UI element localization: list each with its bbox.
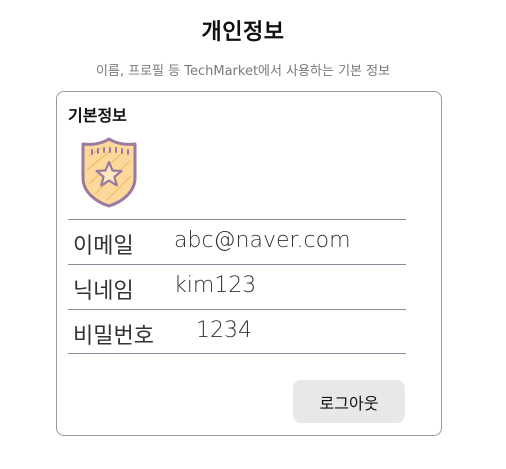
email-label: 이메일: [73, 234, 134, 259]
email-value: abc@naver.com: [174, 228, 351, 253]
password-value: 1234: [196, 318, 252, 343]
info-row-email: 이메일 abc@naver.com: [68, 219, 406, 264]
police-badge-icon: [81, 137, 137, 208]
card-title: 기본정보: [68, 106, 127, 125]
basic-info-card: 기본정보 이메일 abc@naver.com 닉네임 kim123 비밀번호 1…: [56, 91, 442, 436]
logout-button[interactable]: 로그아웃: [293, 380, 405, 423]
password-label: 비밀번호: [73, 324, 154, 349]
info-row-nickname: 닉네임 kim123: [68, 264, 406, 309]
nickname-value: kim123: [174, 273, 257, 298]
nickname-label: 닉네임: [73, 279, 134, 304]
page-subtitle: 이름, 프로필 등 TechMarket에서 사용하는 기본 정보: [95, 64, 391, 79]
info-row-password: 비밀번호 1234: [68, 309, 406, 354]
page-title: 개인정보: [201, 20, 285, 45]
